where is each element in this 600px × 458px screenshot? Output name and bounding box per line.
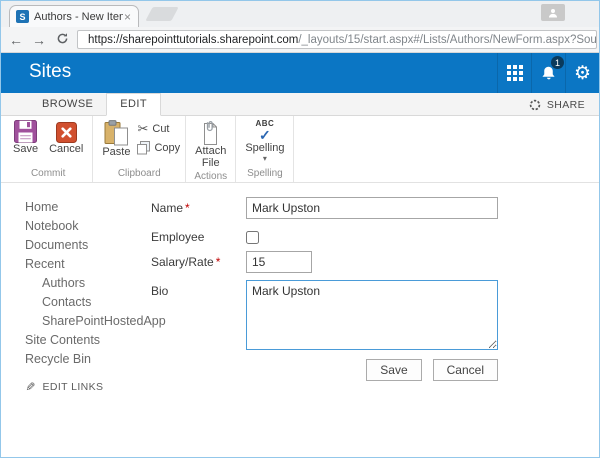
group-label-commit: Commit — [9, 167, 87, 182]
sidebar-item-site-contents[interactable]: Site Contents — [25, 330, 151, 349]
cancel-ribbon-button[interactable]: Cancel — [45, 119, 87, 157]
pencil-icon: ✎ — [25, 381, 35, 393]
reload-icon[interactable] — [54, 32, 70, 47]
required-marker: * — [216, 255, 221, 269]
sidebar-item-documents[interactable]: Documents — [25, 235, 151, 254]
settings-button[interactable]: ⚙ — [565, 53, 599, 93]
site-title: Sites — [1, 53, 497, 93]
forward-icon[interactable]: → — [31, 33, 47, 47]
employee-field-label: Employee — [151, 226, 246, 244]
attach-file-label: AttachFile — [195, 146, 226, 169]
sidebar-item-recycle-bin[interactable]: Recycle Bin — [25, 349, 151, 368]
required-marker: * — [185, 201, 190, 215]
app-launcher-button[interactable] — [497, 53, 531, 93]
attach-file-button[interactable]: AttachFile — [191, 119, 230, 170]
save-ribbon-label: Save — [13, 144, 38, 156]
scissors-icon: ✂ — [137, 122, 148, 135]
profile-person-icon — [548, 8, 558, 18]
ribbon-group-clipboard: Paste ✂ Cut Copy Clipboa — [93, 116, 186, 182]
edit-links-button[interactable]: ✎ EDIT LINKS — [25, 381, 151, 393]
cancel-ribbon-label: Cancel — [49, 144, 83, 156]
sidebar-item-notebook[interactable]: Notebook — [25, 216, 151, 235]
ribbon-tab-row: BROWSE EDIT SHARE — [1, 93, 599, 116]
name-input[interactable] — [246, 197, 498, 219]
paste-label: Paste — [102, 147, 130, 159]
checkmark-icon: ✓ — [259, 129, 271, 142]
chevron-down-icon: ▾ — [263, 155, 267, 163]
copy-label: Copy — [154, 142, 180, 154]
ribbon: Save Cancel Commit — [1, 116, 599, 183]
paste-clipboard-icon — [104, 120, 129, 146]
browser-tab-strip: S Authors - New Item × — [1, 1, 599, 27]
tab-edit[interactable]: EDIT — [106, 93, 161, 116]
url-text: https://sharepointtutorials.sharepoint.c… — [88, 34, 597, 46]
cancel-button[interactable]: Cancel — [433, 359, 498, 381]
sidebar-item-home[interactable]: Home — [25, 197, 151, 216]
new-item-form: Name* Employee Salary/Rate* Bio Mark Ups… — [151, 183, 599, 457]
gear-icon: ⚙ — [574, 64, 591, 83]
app-launcher-grid-icon — [507, 65, 523, 81]
salary-field-label: Salary/Rate* — [151, 251, 246, 273]
ribbon-group-spelling: ABC ✓ Spelling ▾ Spelling — [236, 116, 294, 182]
ribbon-group-actions: AttachFile Actions — [186, 116, 236, 182]
sidebar-item-authors[interactable]: Authors — [25, 273, 151, 292]
sharepoint-favicon-icon: S — [16, 10, 29, 23]
cut-label: Cut — [152, 123, 169, 135]
form-row-employee: Employee — [151, 226, 599, 244]
notification-badge: 1 — [551, 56, 564, 69]
spelling-button[interactable]: ABC ✓ Spelling ▾ — [241, 119, 288, 164]
form-buttons: Save Cancel — [151, 359, 498, 381]
reload-arrow-icon — [56, 32, 69, 45]
form-row-name: Name* — [151, 197, 599, 219]
sidebar-nav: Home Notebook Documents Recent Authors C… — [1, 183, 151, 457]
copy-pages-icon — [137, 141, 150, 155]
cancel-x-icon — [56, 122, 77, 143]
ribbon-group-commit: Save Cancel Commit — [4, 116, 93, 182]
save-floppy-icon — [14, 120, 37, 143]
sidebar-item-contacts[interactable]: Contacts — [25, 292, 151, 311]
group-label-spelling: Spelling — [241, 167, 288, 182]
form-row-bio: Bio Mark Upston — [151, 280, 599, 350]
browser-toolbar: ← → https://sharepointtutorials.sharepoi… — [1, 27, 599, 53]
address-bar[interactable]: https://sharepointtutorials.sharepoint.c… — [77, 30, 597, 49]
spelling-label: Spelling — [245, 143, 284, 155]
form-row-salary: Salary/Rate* — [151, 251, 599, 273]
browser-tab[interactable]: S Authors - New Item × — [9, 5, 139, 27]
bio-textarea[interactable]: Mark Upston — [246, 280, 498, 350]
salary-input[interactable] — [246, 251, 312, 273]
share-button[interactable]: SHARE — [529, 99, 599, 115]
cut-button[interactable]: ✂ Cut — [137, 122, 180, 135]
page-content: Home Notebook Documents Recent Authors C… — [1, 183, 599, 457]
paste-button[interactable]: Paste — [98, 119, 134, 160]
suite-bar: Sites 1 ⚙ — [1, 53, 599, 93]
notifications-button[interactable]: 1 — [531, 53, 565, 93]
group-label-clipboard: Clipboard — [98, 167, 180, 182]
edit-links-label: EDIT LINKS — [42, 381, 103, 393]
bio-field-label: Bio — [151, 280, 246, 350]
url-path: /_layouts/15/start.aspx#/Lists/Authors/N… — [298, 34, 597, 46]
browser-window: S Authors - New Item × ← → https: — [0, 0, 600, 458]
tab-close-icon[interactable]: × — [123, 11, 132, 23]
save-button[interactable]: Save — [366, 359, 421, 381]
browser-profile-button[interactable] — [541, 4, 565, 21]
share-icon — [529, 99, 541, 111]
sidebar-item-recent[interactable]: Recent — [25, 254, 151, 273]
share-label: SHARE — [547, 99, 585, 111]
new-tab-button[interactable] — [145, 7, 178, 21]
tab-browse[interactable]: BROWSE — [29, 94, 106, 115]
url-host: https://sharepointtutorials.sharepoint.c… — [88, 34, 298, 46]
employee-checkbox[interactable] — [246, 231, 259, 244]
sidebar-item-sharepointhostedapp[interactable]: SharePointHostedApp — [25, 311, 151, 330]
back-icon[interactable]: ← — [8, 33, 24, 47]
save-ribbon-button[interactable]: Save — [9, 119, 42, 157]
tab-title: Authors - New Item — [34, 11, 123, 23]
attach-file-icon — [201, 120, 220, 145]
name-field-label: Name* — [151, 197, 246, 219]
copy-button[interactable]: Copy — [137, 141, 180, 155]
